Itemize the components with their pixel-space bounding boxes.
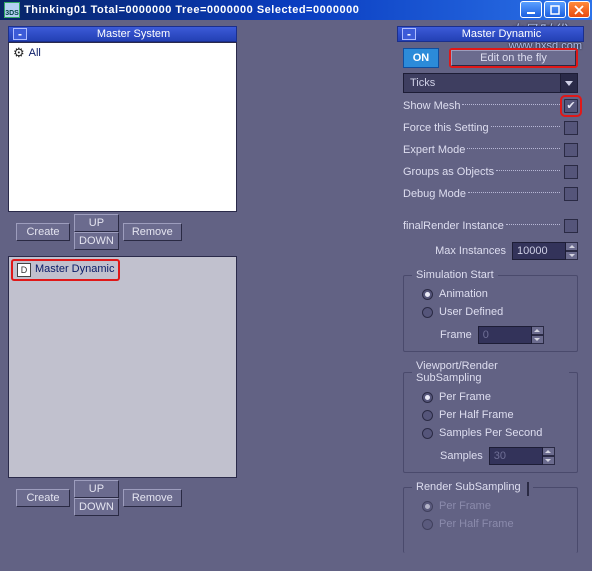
viewport-subsampling-group: Viewport/Render SubSampling Per Frame Pe… (403, 360, 578, 473)
up-button[interactable]: UP (74, 214, 119, 232)
groups-objects-label: Groups as Objects (403, 166, 494, 178)
maximize-button[interactable] (544, 1, 566, 18)
chevron-down-icon[interactable] (560, 73, 578, 93)
simulation-start-group: Simulation Start Animation User Defined … (403, 269, 578, 352)
close-button[interactable] (568, 1, 590, 18)
spin-up-icon[interactable] (532, 326, 544, 335)
spin-up-icon[interactable] (566, 242, 578, 251)
dynamic-list-panel: D Master Dynamic Create UP DOWN Remove (8, 256, 237, 516)
on-button[interactable]: ON (403, 48, 439, 68)
render-per-frame-radio[interactable] (422, 501, 433, 512)
samples-per-second-label: Samples Per Second (439, 427, 542, 439)
finalrender-label: finalRender Instance (403, 220, 504, 232)
create-button[interactable]: Create (16, 489, 70, 507)
units-dropdown[interactable]: Ticks (403, 73, 578, 93)
samples-label: Samples (440, 450, 483, 462)
collapse-icon[interactable]: - (402, 28, 416, 40)
samples-spinner[interactable]: 30 (489, 447, 555, 465)
down-button[interactable]: DOWN (74, 232, 119, 250)
finalrender-checkbox[interactable] (564, 219, 578, 233)
group-legend: Render SubSampling (412, 481, 533, 493)
panel-header-master-system[interactable]: - Master System (8, 26, 237, 42)
frame-spinner[interactable]: 0 (478, 326, 544, 344)
minimize-button[interactable] (520, 1, 542, 18)
spin-down-icon[interactable] (566, 251, 578, 260)
master-system-list[interactable]: ⚙ All (8, 42, 237, 212)
max-instances-spinner[interactable]: 10000 (512, 242, 578, 260)
collapse-icon[interactable]: - (13, 28, 27, 40)
master-system-panel: - Master System ⚙ All Create UP DOWN Rem… (8, 26, 237, 250)
samples-value[interactable]: 30 (489, 447, 543, 465)
render-per-half-frame-label: Per Half Frame (439, 518, 514, 530)
create-button[interactable]: Create (16, 223, 70, 241)
user-defined-label: User Defined (439, 306, 503, 318)
group-legend: Simulation Start (412, 269, 498, 281)
down-button[interactable]: DOWN (74, 498, 119, 516)
force-setting-checkbox[interactable] (564, 121, 578, 135)
list-item[interactable]: D Master Dynamic (11, 259, 120, 281)
frame-label: Frame (440, 329, 472, 341)
spin-up-icon[interactable] (543, 447, 555, 456)
force-setting-label: Force this Setting (403, 122, 489, 134)
max-instances-label: Max Instances (435, 245, 506, 257)
samples-per-second-radio[interactable] (422, 428, 433, 439)
per-half-frame-radio[interactable] (422, 410, 433, 421)
titlebar: 3DS Thinking01 Total=0000000 Tree=000000… (0, 0, 592, 20)
master-dynamic-panel: - Master Dynamic ON Edit on the fly Tick… (397, 26, 584, 553)
group-legend: Viewport/Render SubSampling (412, 360, 569, 384)
expert-mode-checkbox[interactable] (564, 143, 578, 157)
window-title: Thinking01 Total=0000000 Tree=0000000 Se… (24, 4, 592, 16)
panel-header-master-dynamic[interactable]: - Master Dynamic (397, 26, 584, 42)
per-frame-label: Per Frame (439, 391, 491, 403)
per-frame-radio[interactable] (422, 392, 433, 403)
list-item[interactable]: ⚙ All (9, 43, 236, 63)
list-item-label: All (29, 47, 41, 59)
dynamic-list[interactable]: D Master Dynamic (8, 256, 237, 478)
show-mesh-checkbox[interactable] (564, 99, 578, 113)
render-subsampling-checkbox[interactable] (527, 482, 529, 496)
animation-label: Animation (439, 288, 488, 300)
document-icon: D (17, 263, 31, 277)
remove-button[interactable]: Remove (123, 223, 182, 241)
spin-down-icon[interactable] (532, 335, 544, 344)
max-instances-value[interactable]: 10000 (512, 242, 566, 260)
user-defined-radio[interactable] (422, 307, 433, 318)
remove-button[interactable]: Remove (123, 489, 182, 507)
groups-objects-checkbox[interactable] (564, 165, 578, 179)
app-icon: 3DS (4, 2, 20, 18)
debug-mode-checkbox[interactable] (564, 187, 578, 201)
debug-mode-label: Debug Mode (403, 188, 466, 200)
render-per-frame-label: Per Frame (439, 500, 491, 512)
spin-down-icon[interactable] (543, 456, 555, 465)
animation-radio[interactable] (422, 289, 433, 300)
dropdown-value: Ticks (403, 73, 560, 93)
render-subsampling-group: Render SubSampling Per Frame Per Half Fr… (403, 481, 578, 553)
edit-on-the-fly-button[interactable]: Edit on the fly (449, 48, 578, 68)
frame-value[interactable]: 0 (478, 326, 532, 344)
show-mesh-label: Show Mesh (403, 100, 460, 112)
gear-icon: ⚙ (13, 45, 25, 61)
up-button[interactable]: UP (74, 480, 119, 498)
per-half-frame-label: Per Half Frame (439, 409, 514, 421)
expert-mode-label: Expert Mode (403, 144, 465, 156)
render-per-half-frame-radio[interactable] (422, 519, 433, 530)
list-item-label: Master Dynamic (35, 263, 114, 277)
